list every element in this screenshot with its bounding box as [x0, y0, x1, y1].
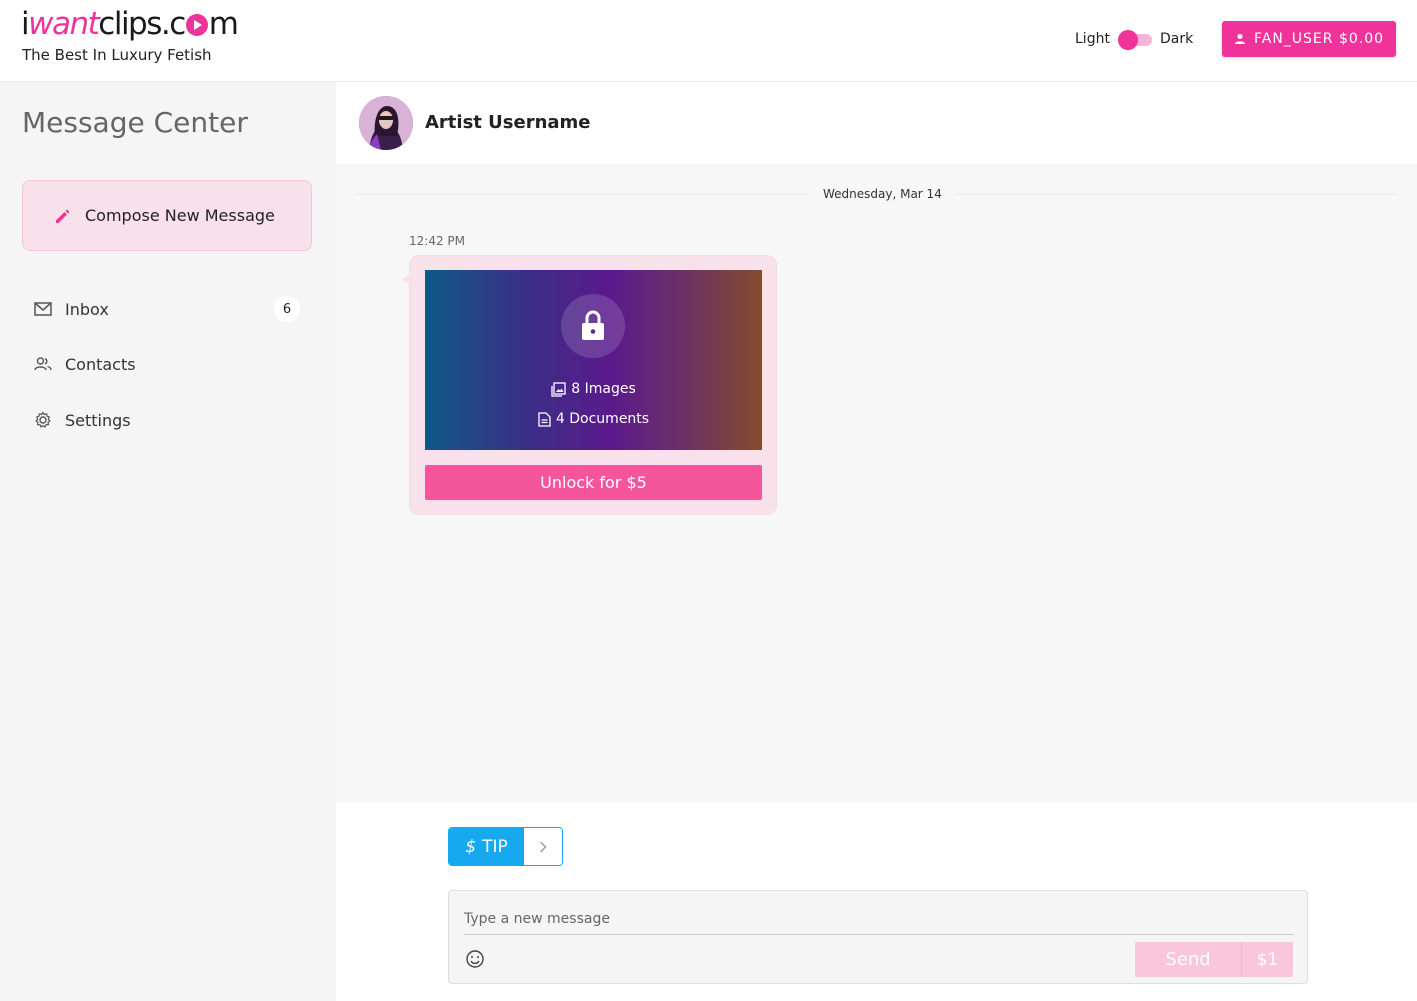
theme-toggle: Light Dark — [1075, 30, 1194, 50]
inbox-count-badge: 6 — [274, 296, 300, 322]
tip-button-group: $ TIP — [448, 827, 563, 866]
sidebar-item-inbox[interactable]: Inbox 6 — [34, 294, 302, 324]
artist-avatar[interactable] — [359, 96, 413, 150]
tip-button[interactable]: $ TIP — [449, 828, 524, 865]
logo-text-clips: clips.c — [98, 6, 186, 42]
play-icon — [185, 14, 208, 36]
message-bubble: 8 Images 4 Documents Unlock for $5 — [402, 255, 777, 515]
pencil-icon — [56, 209, 70, 223]
artist-name[interactable]: Artist Username — [425, 112, 591, 133]
user-button-label: FAN_USER $0.00 — [1253, 31, 1385, 47]
top-header: iwantclips.c m The Best In Luxury Fetish … — [0, 0, 1417, 82]
user-icon — [1234, 34, 1245, 44]
sidebar-item-settings[interactable]: Settings — [34, 405, 302, 435]
image-icon — [551, 381, 566, 397]
sidebar-item-label: Contacts — [65, 354, 136, 374]
contacts-icon — [34, 355, 52, 373]
emoji-icon[interactable] — [465, 949, 485, 969]
mail-icon — [34, 300, 52, 318]
document-icon — [538, 411, 551, 427]
message-input[interactable] — [464, 903, 1294, 935]
logo-text-want: want — [28, 6, 100, 42]
documents-count-line: 4 Documents — [425, 411, 762, 427]
user-account-button[interactable]: FAN_USER $0.00 — [1222, 21, 1396, 57]
gear-icon — [34, 411, 52, 429]
message-input-box: Send $1 — [448, 890, 1308, 984]
compose-new-message-button[interactable]: Compose New Message — [22, 180, 312, 251]
sidebar: Message Center Compose New Message Inbox… — [0, 82, 336, 1001]
sidebar-item-contacts[interactable]: Contacts — [34, 349, 302, 379]
site-tagline: The Best In Luxury Fetish — [22, 46, 212, 64]
theme-dark-label: Dark — [1159, 31, 1194, 47]
lock-icon — [561, 294, 625, 358]
documents-count-label: 4 Documents — [555, 411, 650, 427]
theme-switch[interactable] — [1117, 30, 1152, 50]
conversation-panel: Wednesday, Mar 14 12:42 PM 8 Images 4 Do… — [336, 164, 1417, 802]
compose-label: Compose New Message — [85, 206, 275, 225]
chat-header: Artist Username — [336, 82, 1417, 164]
switch-thumb — [1117, 30, 1138, 50]
send-price[interactable]: $1 — [1241, 942, 1293, 977]
images-count-label: 8 Images — [571, 381, 636, 397]
sidebar-item-label: Settings — [65, 410, 131, 430]
sidebar-item-label: Inbox — [65, 299, 109, 319]
send-button[interactable]: Send — [1135, 942, 1241, 977]
message-timestamp: 12:42 PM — [409, 234, 465, 248]
tip-label: TIP — [482, 836, 508, 857]
locked-media-preview[interactable]: 8 Images 4 Documents — [425, 270, 762, 450]
images-count-line: 8 Images — [425, 381, 762, 397]
theme-light-label: Light — [1075, 31, 1110, 47]
tip-expand-button[interactable] — [524, 828, 562, 865]
dollar-icon: $ — [465, 836, 477, 857]
send-button-group: Send $1 — [1135, 942, 1293, 977]
unlock-button[interactable]: Unlock for $5 — [425, 465, 762, 500]
logo-text-m: m — [208, 6, 239, 42]
message-composer: $ TIP Send $1 — [336, 802, 1417, 1001]
site-logo[interactable]: iwantclips.c m — [21, 6, 239, 42]
sidebar-title: Message Center — [22, 106, 248, 139]
chevron-right-icon — [540, 841, 547, 852]
date-label: Wednesday, Mar 14 — [809, 187, 956, 201]
